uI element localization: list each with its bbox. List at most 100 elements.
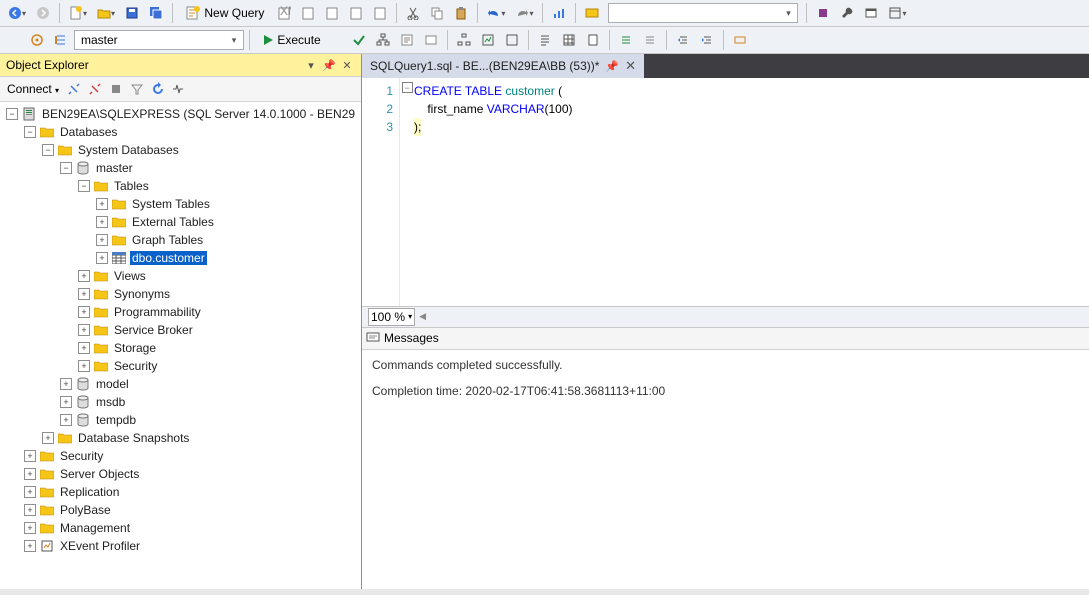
cut-button[interactable] [402, 2, 424, 24]
outdent-icon[interactable] [696, 29, 718, 51]
results-grid-icon[interactable] [558, 29, 580, 51]
db-query-icon-3[interactable] [321, 2, 343, 24]
master-db-node[interactable]: −master [0, 159, 361, 177]
db-snapshots-node[interactable]: +Database Snapshots [0, 429, 361, 447]
db-query-icon[interactable]: XML [273, 2, 295, 24]
system-databases-node[interactable]: −System Databases [0, 141, 361, 159]
pin-icon[interactable]: 📌 [321, 59, 337, 72]
messages-output[interactable]: Commands completed successfully. Complet… [362, 350, 1089, 590]
redo-button[interactable]: ▾ [511, 2, 537, 24]
registered-servers-icon[interactable] [812, 2, 834, 24]
synonyms-node[interactable]: +Synonyms [0, 285, 361, 303]
window-position-icon[interactable]: ▾ [303, 59, 319, 72]
db-query-icon-2[interactable] [297, 2, 319, 24]
query-options-icon[interactable] [396, 29, 418, 51]
polybase-node[interactable]: +PolyBase [0, 501, 361, 519]
results-file-icon[interactable] [582, 29, 604, 51]
expand-toggle[interactable]: + [96, 234, 108, 246]
paste-button[interactable] [450, 2, 472, 24]
expand-toggle[interactable]: − [60, 162, 72, 174]
connect-button[interactable]: Connect ▾ [4, 82, 62, 96]
disconnect-icon[interactable] [86, 80, 104, 98]
debug-target-icon[interactable] [26, 29, 48, 51]
refresh-icon[interactable] [149, 80, 167, 98]
db-query-icon-4[interactable] [345, 2, 367, 24]
chart-icon[interactable] [548, 2, 570, 24]
expand-toggle[interactable]: + [78, 324, 90, 336]
client-stats-icon[interactable] [501, 29, 523, 51]
databases-node[interactable]: −Databases [0, 123, 361, 141]
tempdb-node[interactable]: +tempdb [0, 411, 361, 429]
expand-toggle[interactable]: + [24, 468, 36, 480]
zoom-dropdown[interactable]: 100 % ▾ [368, 308, 415, 326]
expand-toggle[interactable]: − [24, 126, 36, 138]
code-editor[interactable]: 1 2 3 −CREATE TABLE customer ( first_nam… [362, 78, 1089, 306]
execute-button[interactable]: Execute [255, 29, 328, 51]
expand-toggle[interactable]: + [78, 270, 90, 282]
tab-close-icon[interactable]: ✕ [625, 58, 636, 74]
expand-toggle[interactable]: + [60, 396, 72, 408]
storage-node[interactable]: +Storage [0, 339, 361, 357]
new-file-button[interactable]: ▾ [65, 2, 91, 24]
indent-icon[interactable] [672, 29, 694, 51]
external-tables-node[interactable]: +External Tables [0, 213, 361, 231]
dbo-customer-node[interactable]: +dbo.customer [0, 249, 361, 267]
expand-toggle[interactable]: − [6, 108, 18, 120]
expand-toggle[interactable]: + [60, 414, 72, 426]
db-security-node[interactable]: +Security [0, 357, 361, 375]
expand-toggle[interactable]: + [96, 216, 108, 228]
xevent-profiler-node[interactable]: +XEvent Profiler [0, 537, 361, 555]
display-plan-icon[interactable] [372, 29, 394, 51]
expand-toggle[interactable]: + [60, 378, 72, 390]
views-node[interactable]: +Views [0, 267, 361, 285]
intellisense-icon[interactable] [420, 29, 442, 51]
expand-toggle[interactable]: + [42, 432, 54, 444]
messages-tab[interactable]: Messages [384, 331, 439, 345]
security-node[interactable]: +Security [0, 447, 361, 465]
filter-icon[interactable] [128, 80, 146, 98]
expand-toggle[interactable]: + [78, 288, 90, 300]
wrench-icon[interactable] [836, 2, 858, 24]
parse-icon[interactable] [348, 29, 370, 51]
expand-toggle[interactable]: − [42, 144, 54, 156]
expand-toggle[interactable]: + [24, 486, 36, 498]
open-file-button[interactable]: ▾ [93, 2, 119, 24]
tables-node[interactable]: −Tables [0, 177, 361, 195]
search-dropdown[interactable]: ▾ [608, 3, 798, 23]
server-node[interactable]: −BEN29EA\SQLEXPRESS (SQL Server 14.0.100… [0, 105, 361, 123]
tab-pin-icon[interactable]: 📌 [605, 60, 619, 73]
comment-icon[interactable] [615, 29, 637, 51]
expand-toggle[interactable]: − [78, 180, 90, 192]
copy-button[interactable] [426, 2, 448, 24]
connect-icon[interactable] [65, 80, 83, 98]
expand-toggle[interactable]: + [78, 306, 90, 318]
expand-toggle[interactable]: + [96, 198, 108, 210]
save-all-button[interactable] [145, 2, 167, 24]
close-panel-icon[interactable]: ✕ [339, 59, 355, 72]
expand-toggle[interactable]: + [96, 252, 108, 264]
nav-forward-button[interactable] [32, 2, 54, 24]
expand-toggle[interactable]: + [78, 342, 90, 354]
expand-toggle[interactable]: + [24, 450, 36, 462]
server-objects-node[interactable]: +Server Objects [0, 465, 361, 483]
results-text-icon[interactable] [534, 29, 556, 51]
live-stats-icon[interactable] [477, 29, 499, 51]
expand-toggle[interactable]: + [24, 540, 36, 552]
change-connection-icon[interactable] [50, 29, 72, 51]
new-query-button[interactable]: New Query [178, 2, 271, 24]
management-node[interactable]: +Management [0, 519, 361, 537]
specify-values-icon[interactable] [729, 29, 751, 51]
expand-toggle[interactable]: + [78, 360, 90, 372]
programmability-node[interactable]: +Programmability [0, 303, 361, 321]
activity-icon[interactable] [581, 2, 603, 24]
tab-sqlquery1[interactable]: SQLQuery1.sql - BE...(BEN29EA\BB (53))* … [362, 54, 644, 78]
stop-icon[interactable] [107, 80, 125, 98]
undo-button[interactable]: ▾ [483, 2, 509, 24]
browser-icon[interactable] [860, 2, 882, 24]
nav-back-button[interactable]: ▾ [4, 2, 30, 24]
expand-toggle[interactable]: + [24, 522, 36, 534]
model-db-node[interactable]: +model [0, 375, 361, 393]
window-icon[interactable]: ▾ [884, 2, 910, 24]
db-query-icon-5[interactable] [369, 2, 391, 24]
object-tree[interactable]: −BEN29EA\SQLEXPRESS (SQL Server 14.0.100… [0, 102, 361, 589]
